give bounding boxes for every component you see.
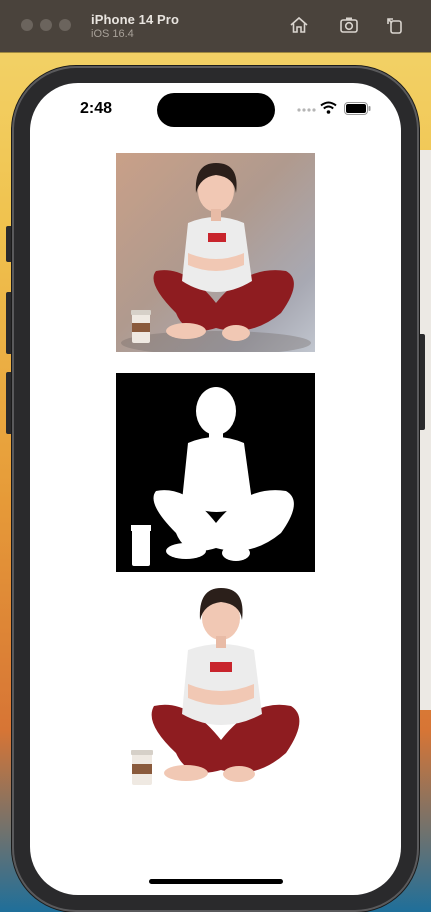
- close-window-button[interactable]: [21, 19, 33, 31]
- wifi-icon: [320, 101, 337, 114]
- zoom-window-button[interactable]: [59, 19, 71, 31]
- screenshot-icon[interactable]: [338, 14, 360, 36]
- phone-screen: 2:48: [30, 83, 401, 895]
- original-photo: [116, 153, 315, 352]
- battery-icon: [344, 102, 371, 115]
- device-name: iPhone 14 Pro: [91, 12, 179, 27]
- signal-dots-icon: [297, 108, 317, 112]
- home-icon[interactable]: [288, 14, 310, 36]
- side-button: [418, 334, 425, 430]
- rotate-icon[interactable]: [384, 14, 406, 36]
- status-time: 2:48: [80, 100, 113, 117]
- os-version: iOS 16.4: [91, 28, 134, 40]
- home-indicator[interactable]: [149, 879, 283, 884]
- segmentation-mask: [116, 373, 315, 572]
- dynamic-island: [157, 93, 275, 127]
- minimize-window-button[interactable]: [40, 19, 52, 31]
- cutout-result: [126, 588, 316, 808]
- simulator-titlebar: iPhone 14 Pro iOS 16.4: [0, 0, 431, 52]
